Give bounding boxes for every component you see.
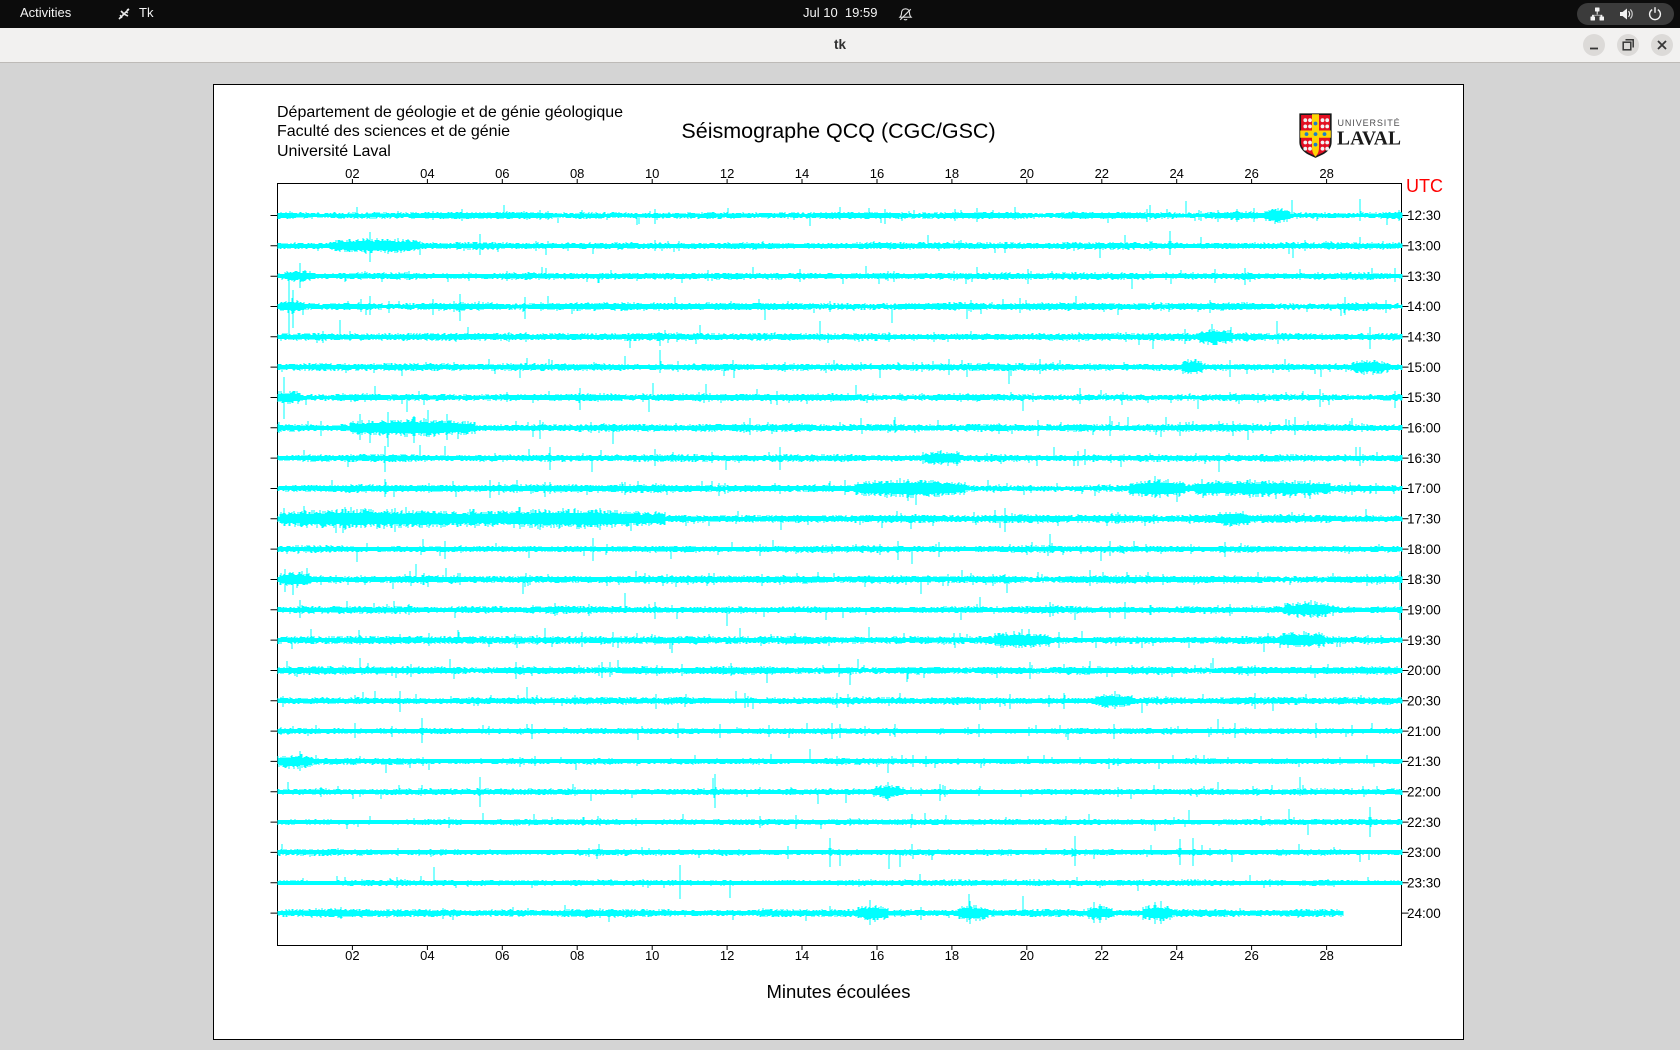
svg-text:18: 18 [945, 948, 959, 963]
svg-text:20:00: 20:00 [1407, 663, 1441, 678]
svg-text:06: 06 [495, 948, 509, 963]
svg-text:20:30: 20:30 [1407, 694, 1441, 709]
svg-text:24: 24 [1169, 166, 1183, 181]
svg-text:18: 18 [945, 166, 959, 181]
svg-text:12: 12 [720, 948, 734, 963]
svg-text:14:30: 14:30 [1407, 330, 1441, 345]
svg-text:15:30: 15:30 [1407, 390, 1441, 405]
svg-text:20: 20 [1020, 166, 1034, 181]
svg-text:UNIVERSITÉ: UNIVERSITÉ [1338, 118, 1401, 128]
svg-text:24:00: 24:00 [1407, 906, 1441, 921]
svg-text:14: 14 [795, 948, 809, 963]
svg-text:15:00: 15:00 [1407, 360, 1441, 375]
svg-text:04: 04 [420, 948, 434, 963]
svg-text:06: 06 [495, 166, 509, 181]
svg-text:19:00: 19:00 [1407, 603, 1441, 618]
svg-text:16:30: 16:30 [1407, 451, 1441, 466]
svg-text:18:00: 18:00 [1407, 542, 1441, 557]
svg-text:21:00: 21:00 [1407, 724, 1441, 739]
svg-text:23:00: 23:00 [1407, 845, 1441, 860]
svg-text:08: 08 [570, 166, 584, 181]
svg-text:10: 10 [645, 166, 659, 181]
svg-text:04: 04 [420, 166, 434, 181]
svg-text:08: 08 [570, 948, 584, 963]
svg-text:UTC: UTC [1406, 176, 1443, 196]
svg-text:28: 28 [1319, 948, 1333, 963]
svg-text:28: 28 [1319, 166, 1333, 181]
svg-text:20: 20 [1020, 948, 1034, 963]
svg-text:16: 16 [870, 948, 884, 963]
svg-text:10: 10 [645, 948, 659, 963]
svg-text:22: 22 [1095, 166, 1109, 181]
svg-text:26: 26 [1244, 166, 1258, 181]
svg-text:22: 22 [1095, 948, 1109, 963]
svg-text:14:00: 14:00 [1407, 299, 1441, 314]
svg-text:21:30: 21:30 [1407, 754, 1441, 769]
svg-text:26: 26 [1244, 948, 1258, 963]
svg-text:18:30: 18:30 [1407, 572, 1441, 587]
svg-text:12:30: 12:30 [1407, 208, 1441, 223]
svg-text:24: 24 [1169, 948, 1183, 963]
svg-text:22:00: 22:00 [1407, 785, 1441, 800]
svg-text:23:30: 23:30 [1407, 876, 1441, 891]
svg-text:17:00: 17:00 [1407, 481, 1441, 496]
svg-text:16: 16 [870, 166, 884, 181]
svg-text:13:30: 13:30 [1407, 269, 1441, 284]
svg-text:14: 14 [795, 166, 809, 181]
svg-text:22:30: 22:30 [1407, 815, 1441, 830]
svg-text:17:30: 17:30 [1407, 512, 1441, 527]
svg-text:LAVAL: LAVAL [1337, 129, 1401, 150]
svg-text:19:30: 19:30 [1407, 633, 1441, 648]
svg-text:02: 02 [345, 166, 359, 181]
svg-text:12: 12 [720, 166, 734, 181]
svg-text:02: 02 [345, 948, 359, 963]
svg-text:13:00: 13:00 [1407, 239, 1441, 254]
svg-text:16:00: 16:00 [1407, 421, 1441, 436]
